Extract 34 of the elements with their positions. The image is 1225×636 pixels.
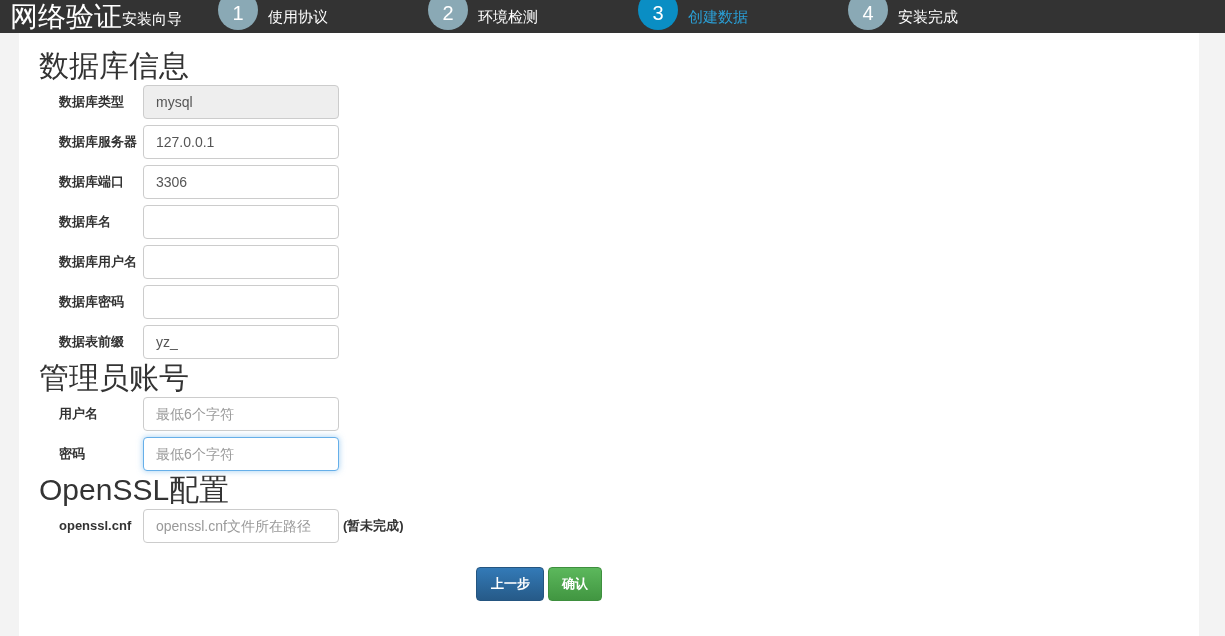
app-title: 网络验证: [10, 0, 122, 33]
field-label: 数据库用户名: [58, 253, 138, 272]
field-label: 数据表前缀: [58, 333, 125, 352]
field-label: 数据库密码: [58, 293, 125, 312]
step-label: 使用协议: [268, 7, 328, 28]
input-field[interactable]: 127.0.0.1: [143, 125, 339, 159]
field-label: 数据库服务器: [58, 133, 138, 152]
app-subtitle: 安装向导: [122, 10, 182, 27]
input-field[interactable]: 最低6个字符: [143, 437, 339, 471]
back-button[interactable]: 上一步: [476, 567, 544, 601]
input-field[interactable]: openssl.cnf文件所在路径: [143, 509, 339, 543]
field-label: 数据库端口: [58, 173, 125, 192]
field-label: openssl.cnf: [58, 517, 133, 536]
input-field[interactable]: [143, 205, 339, 239]
input-field[interactable]: 最低6个字符: [143, 397, 339, 431]
step-label: 安装完成: [898, 7, 958, 28]
section-heading: 数据库信息: [39, 49, 190, 83]
step-number: 4: [848, 0, 888, 30]
field-label: 用户名: [58, 405, 99, 424]
step-number: 3: [638, 0, 678, 30]
input-field[interactable]: [143, 245, 339, 279]
field-note: (暂未完成): [343, 517, 404, 536]
step-number: 1: [218, 0, 258, 30]
input-field[interactable]: 3306: [143, 165, 339, 199]
section-heading: 管理员账号: [39, 361, 190, 395]
step-number: 2: [428, 0, 468, 30]
field-label: 数据库名: [58, 213, 112, 232]
field-label: 密码: [58, 445, 86, 464]
step-label: 创建数据: [688, 7, 748, 28]
field-label: 数据库类型: [58, 93, 125, 112]
input-field[interactable]: yz_: [143, 325, 339, 359]
section-heading: OpenSSL配置: [39, 473, 231, 507]
step-label: 环境检测: [478, 7, 538, 28]
input-field[interactable]: [143, 285, 339, 319]
